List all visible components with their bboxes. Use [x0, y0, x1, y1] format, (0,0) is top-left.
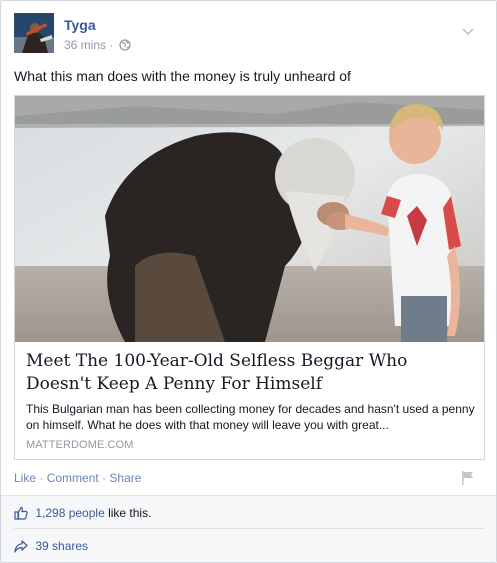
status-text: What this man does with the money is tru…: [14, 68, 351, 84]
author-avatar[interactable]: [14, 13, 54, 53]
shares-label[interactable]: 39 shares: [35, 539, 88, 553]
share-arrow-icon: [14, 540, 28, 556]
likes-suffix: like this.: [104, 506, 152, 520]
likes-summary: 1,298 people like this.: [14, 506, 151, 523]
post-card: Tyga 36 mins · What this man does with t…: [0, 0, 497, 563]
chevron-down-icon[interactable]: [462, 23, 474, 41]
thumbs-up-icon: [14, 506, 28, 523]
shares-count[interactable]: 39 shares: [14, 539, 88, 556]
post-time[interactable]: 36 mins: [64, 38, 106, 52]
post-footer: 1,298 people like this. 39 shares: [1, 495, 496, 562]
link-description: This Bulgarian man has been collecting m…: [26, 402, 475, 432]
like-link[interactable]: Like: [14, 471, 36, 485]
comment-link[interactable]: Comment: [47, 471, 99, 485]
author-name[interactable]: Tyga: [64, 17, 96, 33]
link-domain: MATTERDOME.COM: [26, 439, 134, 451]
action-separator: ·: [39, 471, 44, 485]
avatar-image: [14, 13, 54, 53]
post-header: Tyga 36 mins ·: [14, 13, 484, 55]
link-title[interactable]: Meet The 100-Year-Old Selfless Beggar Wh…: [26, 350, 476, 396]
footer-divider: [14, 528, 484, 529]
post-actions: Like · Comment · Share: [14, 471, 141, 485]
share-link[interactable]: Share: [109, 471, 141, 485]
post-meta: 36 mins ·: [64, 38, 131, 54]
flag-icon[interactable]: [461, 470, 475, 491]
meta-separator: ·: [109, 38, 114, 52]
link-preview[interactable]: Meet The 100-Year-Old Selfless Beggar Wh…: [14, 95, 485, 460]
likes-count[interactable]: 1,298 people: [35, 506, 104, 520]
globe-icon[interactable]: [119, 39, 131, 54]
article-photo[interactable]: [15, 96, 484, 342]
action-separator: ·: [102, 471, 107, 485]
